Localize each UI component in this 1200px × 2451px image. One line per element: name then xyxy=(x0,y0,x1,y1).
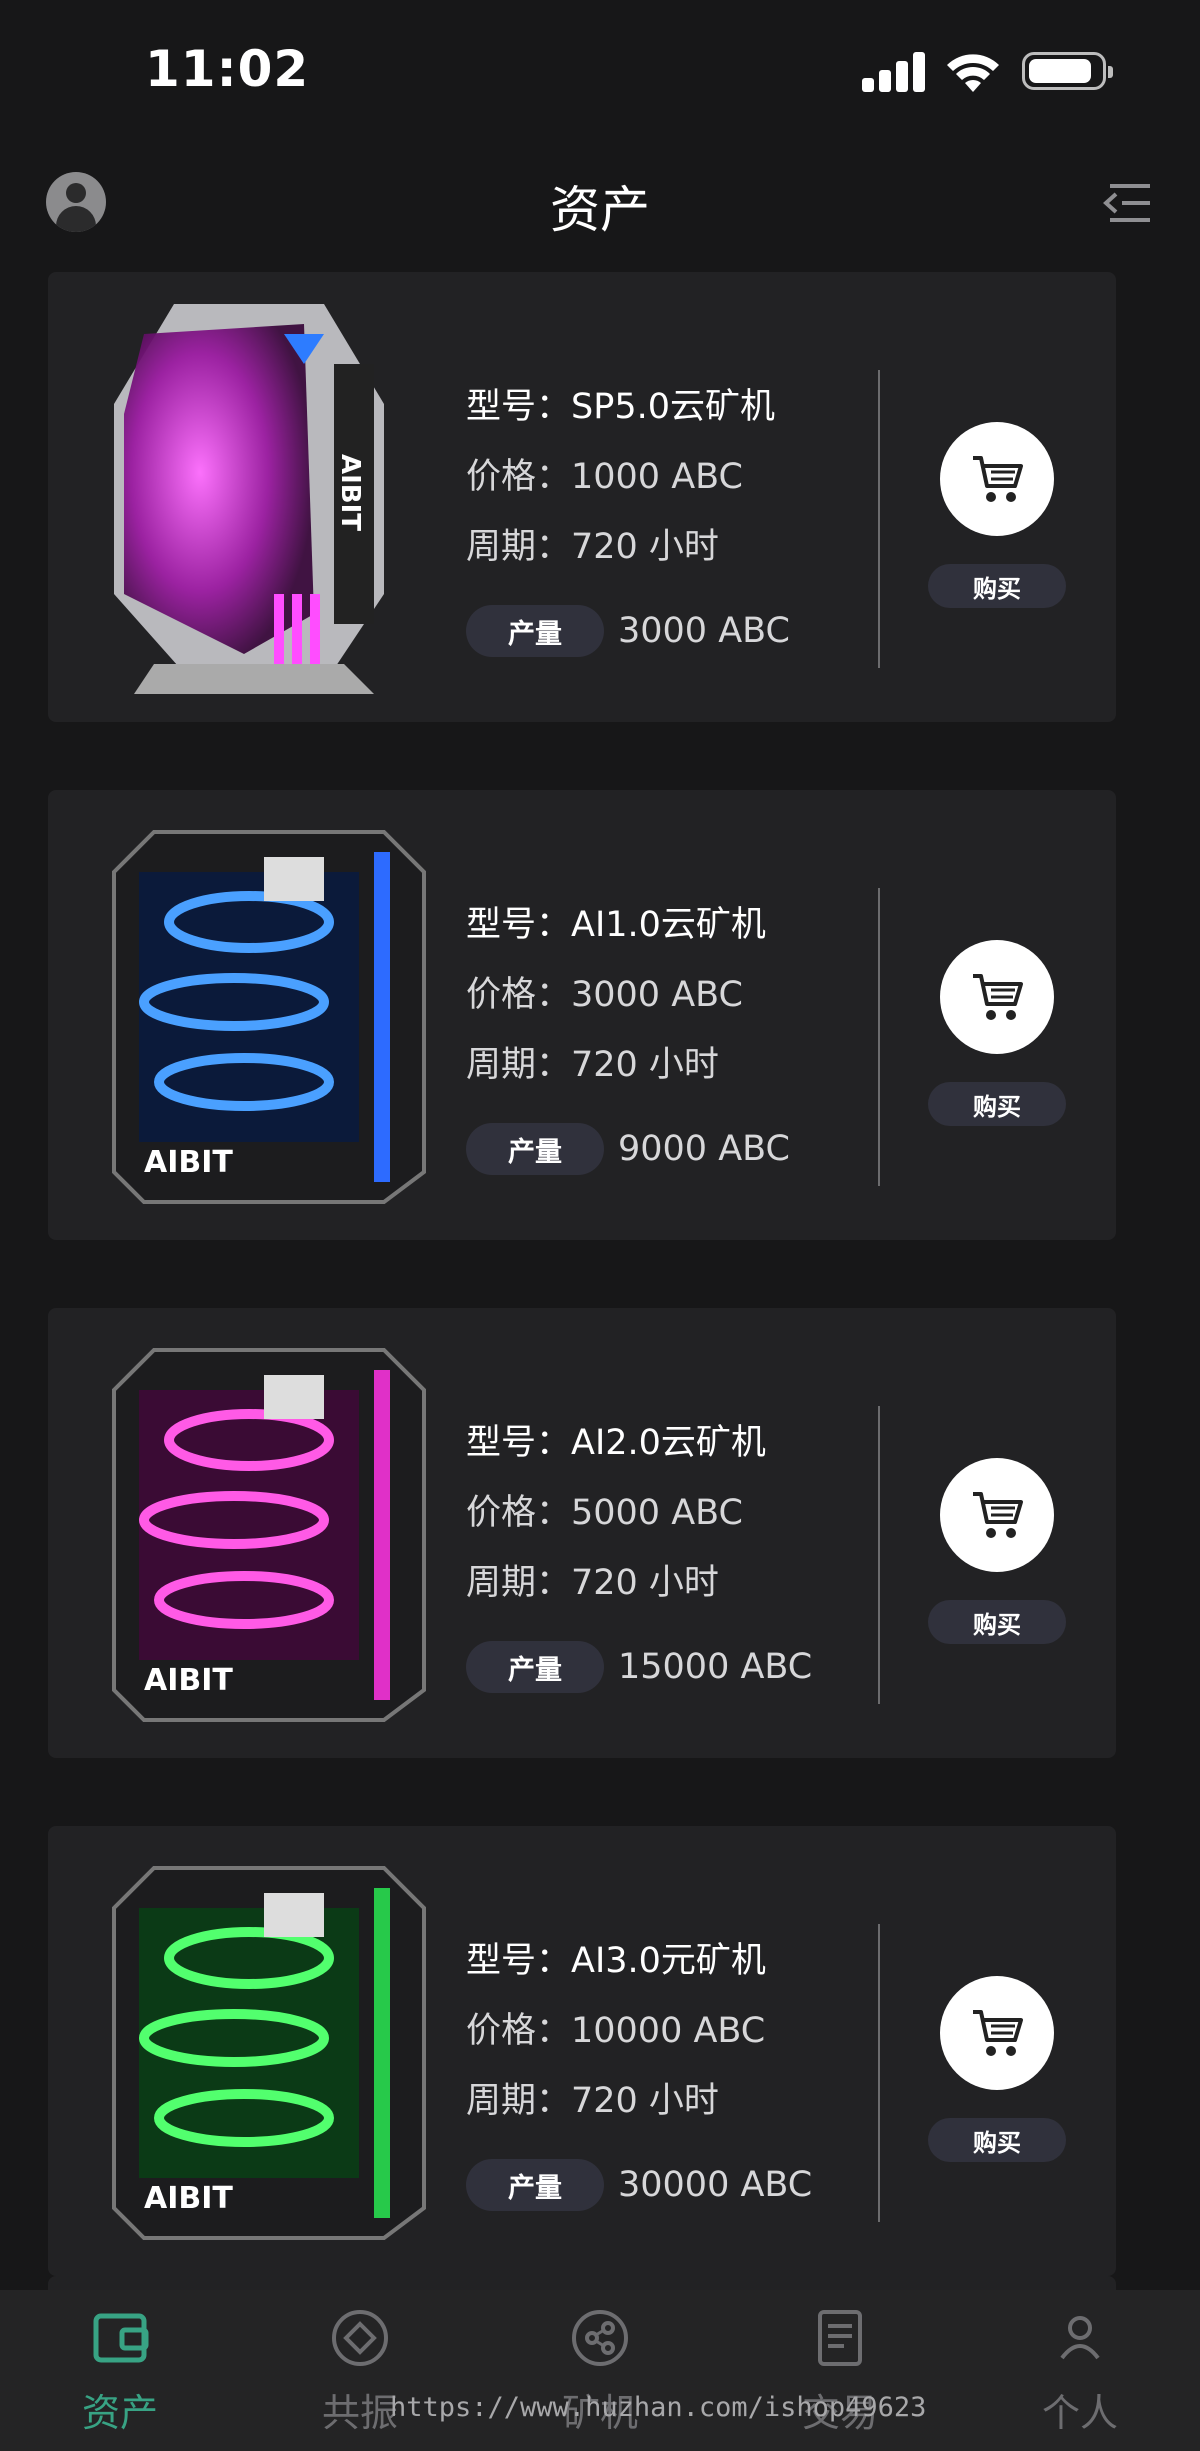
share-nodes-icon xyxy=(572,2310,628,2366)
tab-label: 资产 xyxy=(81,2391,158,2435)
tab-profile[interactable]: 个人 xyxy=(1010,2308,1150,2448)
miner-info: 型号：SP5.0云矿机 价格：1000 ABC 周期：720 小时 xyxy=(466,372,775,582)
miner-model: 型号：SP5.0云矿机 xyxy=(466,387,775,427)
buy-button[interactable]: 购买 xyxy=(928,2118,1066,2162)
tab-bar: 资产 共振 矿机 交易 个人 xyxy=(0,2290,1200,2451)
status-bar: 11:02 xyxy=(0,0,1200,140)
cart-button[interactable] xyxy=(940,422,1054,536)
yield-badge: 产量 xyxy=(466,2159,604,2211)
tab-assets[interactable]: 资产 xyxy=(50,2308,190,2448)
wifi-icon xyxy=(947,54,999,92)
divider xyxy=(878,1924,880,2222)
brand-text: AIBIT xyxy=(335,454,365,531)
brand-text: AIBIT xyxy=(144,1145,233,1180)
diamond-circle-icon xyxy=(332,2310,388,2366)
divider xyxy=(878,370,880,668)
tab-miners[interactable]: 矿机 xyxy=(530,2308,670,2448)
tab-resonance[interactable]: 共振 xyxy=(290,2308,430,2448)
cart-button[interactable] xyxy=(940,1976,1054,2090)
divider xyxy=(878,1406,880,1704)
miner-period: 周期：720 小时 xyxy=(466,527,719,567)
nav-bar: 资产 xyxy=(0,150,1200,260)
cart-icon xyxy=(973,2010,1023,2056)
miner-case-image: AIBIT xyxy=(114,304,384,694)
miner-price: 价格：10000 ABC xyxy=(466,2011,766,2051)
miner-card: AIBIT 型号：AI3.0元矿机 价格：10000 ABC 周期：720 小时… xyxy=(48,1826,1116,2276)
miner-card: AIBIT 型号：AI2.0云矿机 价格：5000 ABC 周期：720 小时 … xyxy=(48,1308,1116,1758)
miner-price: 价格：5000 ABC xyxy=(466,1493,743,1533)
miner-info: 型号：AI2.0云矿机 价格：5000 ABC 周期：720 小时 xyxy=(466,1408,766,1618)
app-screen: 11:02 资产 AIBIT 型号：SP5.0云矿机 价格：1000 ABC 周… xyxy=(0,0,1200,2451)
cart-icon xyxy=(973,456,1023,502)
page-title: 资产 xyxy=(550,181,650,239)
brand-text: AIBIT xyxy=(144,1663,233,1698)
miner-price: 价格：1000 ABC xyxy=(466,457,743,497)
yield-value: 30000 ABC xyxy=(618,2165,813,2205)
yield-badge: 产量 xyxy=(466,605,604,657)
yield-row: 产量 9000 ABC xyxy=(466,1122,790,1176)
tab-label: 个人 xyxy=(1041,2391,1118,2435)
tab-trade[interactable]: 交易 xyxy=(770,2308,910,2448)
yield-value: 15000 ABC xyxy=(618,1647,813,1687)
miner-model: 型号：AI2.0云矿机 xyxy=(466,1423,766,1463)
person-icon xyxy=(1060,2316,1100,2360)
document-icon xyxy=(818,2310,862,2366)
cart-icon xyxy=(973,1492,1023,1538)
yield-row: 产量 15000 ABC xyxy=(466,1640,812,1694)
miner-card: AIBIT 型号：SP5.0云矿机 价格：1000 ABC 周期：720 小时 … xyxy=(48,272,1116,722)
miner-period: 周期：720 小时 xyxy=(466,2081,719,2121)
yield-row: 产量 30000 ABC xyxy=(466,2158,812,2212)
miner-period: 周期：720 小时 xyxy=(466,1045,719,1085)
cart-button[interactable] xyxy=(940,1458,1054,1572)
miner-info: 型号：AI1.0云矿机 价格：3000 ABC 周期：720 小时 xyxy=(466,890,766,1100)
miner-case-image: AIBIT xyxy=(112,1348,426,1722)
status-time: 11:02 xyxy=(145,40,310,98)
cart-icon xyxy=(973,974,1023,1020)
buy-button[interactable]: 购买 xyxy=(928,564,1066,608)
buy-button[interactable]: 购买 xyxy=(928,1600,1066,1644)
miner-period: 周期：720 小时 xyxy=(466,1563,719,1603)
miner-price: 价格：3000 ABC xyxy=(466,975,743,1015)
cart-button[interactable] xyxy=(940,940,1054,1054)
battery-icon xyxy=(1022,52,1113,90)
yield-row: 产量 3000 ABC xyxy=(466,604,790,658)
yield-value: 9000 ABC xyxy=(618,1129,790,1169)
menu-collapse-icon[interactable] xyxy=(1100,178,1154,228)
yield-badge: 产量 xyxy=(466,1123,604,1175)
yield-value: 3000 ABC xyxy=(618,611,790,651)
miner-case-image: AIBIT xyxy=(112,830,426,1204)
wallet-icon xyxy=(93,2313,149,2363)
miner-model: 型号：AI1.0云矿机 xyxy=(466,905,766,945)
buy-button[interactable]: 购买 xyxy=(928,1082,1066,1126)
miner-card: AIBIT 型号：AI1.0云矿机 价格：3000 ABC 周期：720 小时 … xyxy=(48,790,1116,1240)
miner-info: 型号：AI3.0元矿机 价格：10000 ABC 周期：720 小时 xyxy=(466,1926,766,2136)
divider xyxy=(878,888,880,1186)
miner-case-image: AIBIT xyxy=(112,1866,426,2240)
watermark-text: https://www.huzhan.com/ishop49623 xyxy=(390,2392,927,2423)
miner-model: 型号：AI3.0元矿机 xyxy=(466,1941,766,1981)
cellular-signal-icon xyxy=(862,50,926,92)
brand-text: AIBIT xyxy=(144,2181,233,2216)
yield-badge: 产量 xyxy=(466,1641,604,1693)
